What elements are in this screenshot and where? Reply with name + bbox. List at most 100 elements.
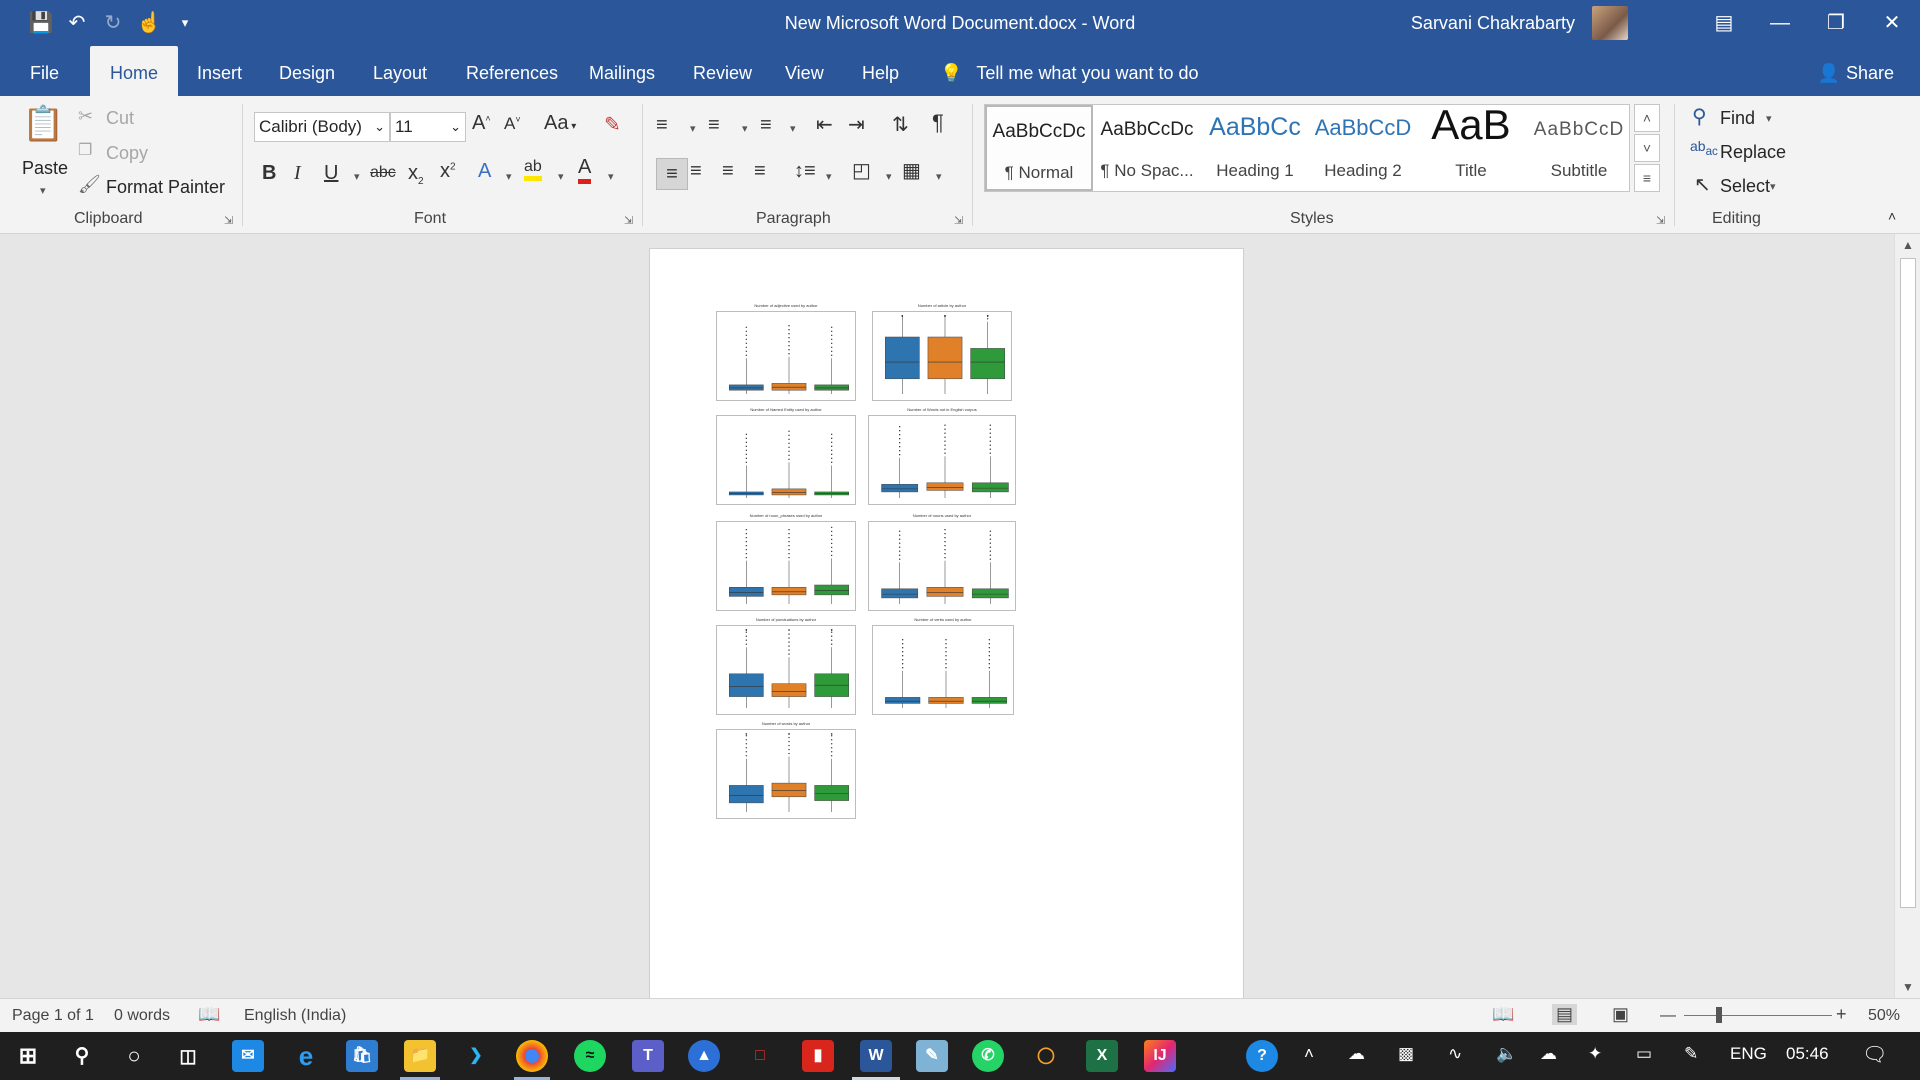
share-button[interactable]: 👤 Share	[1818, 46, 1894, 96]
zoom-slider-thumb[interactable]	[1716, 1007, 1722, 1023]
web-layout-icon[interactable]: ▣	[1612, 1004, 1629, 1025]
bullets-dropdown-icon[interactable]: ▾	[690, 122, 696, 135]
onedrive-icon[interactable]: ☁	[1348, 1044, 1365, 1064]
borders-icon[interactable]: ▦	[902, 158, 921, 183]
chrome-icon[interactable]	[516, 1040, 548, 1072]
find-button[interactable]: Find	[1720, 108, 1755, 129]
intellij-icon[interactable]: IJ	[1144, 1040, 1176, 1072]
pdf-icon[interactable]: ▮	[802, 1040, 834, 1072]
text-effects-dropdown-icon[interactable]: ▾	[506, 170, 512, 183]
tab-insert[interactable]: Insert	[187, 46, 252, 96]
align-left-icon[interactable]: ≡	[656, 158, 688, 190]
tab-file[interactable]: File	[20, 46, 69, 96]
clock[interactable]: 05:46	[1786, 1044, 1829, 1064]
select-dropdown-icon[interactable]: ▾	[1770, 180, 1776, 193]
tab-references[interactable]: References	[456, 46, 568, 96]
decrease-indent-icon[interactable]: ⇤	[816, 112, 833, 137]
mail-icon[interactable]: ✉	[232, 1040, 264, 1072]
align-right-icon[interactable]: ≡	[722, 160, 734, 183]
shrink-font-icon[interactable]: A˅	[504, 114, 521, 134]
increase-indent-icon[interactable]: ⇥	[848, 112, 865, 137]
zoom-in-icon[interactable]: +	[1836, 1004, 1847, 1025]
acrobat-reader-icon[interactable]: □	[744, 1040, 776, 1072]
bullets-icon[interactable]: ≡	[656, 114, 668, 137]
italic-icon[interactable]: I	[294, 162, 301, 185]
minimize-button[interactable]: —	[1752, 0, 1808, 46]
collapse-ribbon-icon[interactable]: ˄	[1888, 208, 1896, 224]
search-icon[interactable]: ⚲	[66, 1040, 98, 1072]
font-size-select[interactable]: 11 ⌄	[390, 112, 466, 142]
boxplot-figure[interactable]: Number of Words not in English corpus	[868, 407, 1016, 505]
tab-design[interactable]: Design	[269, 46, 345, 96]
help-icon[interactable]: ?	[1246, 1040, 1278, 1072]
boxplot-figure[interactable]: Number of nouns used by author	[868, 513, 1016, 611]
style-title[interactable]: AaB Title	[1417, 101, 1525, 191]
tab-help[interactable]: Help	[852, 46, 909, 96]
volume-icon[interactable]: 🔈	[1496, 1044, 1517, 1064]
edge-icon[interactable]: e	[290, 1040, 322, 1072]
document-page[interactable]: Number of adjective used by author Number…	[649, 248, 1244, 998]
tab-layout[interactable]: Layout	[363, 46, 437, 96]
clear-formatting-icon[interactable]: ✎	[604, 112, 621, 137]
multilevel-list-icon[interactable]: ≡	[760, 114, 772, 137]
cloud-upload-icon[interactable]: ☁	[1540, 1044, 1557, 1064]
wifi-icon[interactable]: ∿	[1448, 1044, 1462, 1064]
notes-icon[interactable]: ✎	[916, 1040, 948, 1072]
tab-home[interactable]: Home	[90, 46, 178, 96]
proofing-icon[interactable]: 📖	[198, 1004, 220, 1025]
word-count[interactable]: 0 words	[114, 1007, 170, 1025]
vertical-scrollbar[interactable]: ▲ ▼	[1894, 234, 1920, 998]
paste-icon[interactable]: 📋	[22, 104, 64, 148]
replace-button[interactable]: Replace	[1720, 142, 1786, 163]
subscript-icon[interactable]: x2	[408, 162, 424, 187]
style-heading-2[interactable]: AaBbCcD Heading 2	[1309, 105, 1417, 191]
scroll-down-icon[interactable]: ▼	[1895, 980, 1920, 994]
cut-button[interactable]: Cut	[106, 108, 134, 129]
change-case-icon[interactable]: Aa ▾	[544, 112, 576, 135]
windows-start-icon[interactable]: ⊞	[12, 1040, 44, 1072]
restore-button[interactable]: ❐	[1808, 0, 1864, 46]
borders-dropdown-icon[interactable]: ▾	[936, 170, 942, 183]
boxplot-figure[interactable]: Number of noun_phrases used by author	[716, 513, 856, 611]
shading-dropdown-icon[interactable]: ▾	[886, 170, 892, 183]
strikethrough-icon[interactable]: abc	[370, 164, 396, 182]
tab-mailings[interactable]: Mailings	[579, 46, 665, 96]
numbering-dropdown-icon[interactable]: ▾	[742, 122, 748, 135]
styles-launcher-icon[interactable]: ⇲	[1656, 214, 1665, 227]
multilevel-dropdown-icon[interactable]: ▾	[790, 122, 796, 135]
sort-icon[interactable]: ⇅	[892, 112, 909, 137]
highlight-icon[interactable]: ab	[524, 158, 542, 181]
format-painter-button[interactable]: Format Painter	[106, 177, 225, 198]
app-icon[interactable]: ▲	[688, 1040, 720, 1072]
styles-scroll-up-icon[interactable]: ˄	[1634, 104, 1660, 132]
whatsapp-icon[interactable]: ✆	[972, 1040, 1004, 1072]
avatar[interactable]	[1592, 6, 1628, 40]
print-layout-icon[interactable]: ▤	[1552, 1004, 1578, 1025]
input-language[interactable]: ENG	[1730, 1044, 1767, 1064]
numbering-icon[interactable]: ≡	[708, 114, 720, 137]
zoom-level[interactable]: 50%	[1868, 1007, 1900, 1025]
boxplot-figure[interactable]: Number of Named Entity used by author	[716, 407, 856, 505]
pen-icon[interactable]: ✎	[1684, 1044, 1698, 1064]
scrollbar-thumb[interactable]	[1900, 258, 1916, 908]
show-hidden-icons-icon[interactable]: ˄	[1304, 1044, 1314, 1064]
line-spacing-icon[interactable]: ↕≡	[794, 160, 816, 183]
bold-icon[interactable]: B	[262, 162, 276, 185]
vscode-icon[interactable]: ❯	[460, 1040, 492, 1072]
grow-font-icon[interactable]: A˄	[472, 112, 491, 135]
user-name[interactable]: Sarvani Chakrabarty	[1411, 13, 1575, 34]
file-explorer-icon[interactable]: 📁	[404, 1040, 436, 1072]
tell-me-search[interactable]: 💡 Tell me what you want to do	[940, 46, 1199, 96]
superscript-icon[interactable]: x2	[440, 160, 456, 183]
spotify-icon[interactable]: ≈	[574, 1040, 606, 1072]
line-spacing-dropdown-icon[interactable]: ▾	[826, 170, 832, 183]
battery-icon[interactable]: ▭	[1636, 1044, 1652, 1064]
paste-dropdown-icon[interactable]: ▾	[40, 184, 46, 197]
font-color-dropdown-icon[interactable]: ▾	[608, 170, 614, 183]
justify-icon[interactable]: ≡	[754, 160, 766, 183]
style-subtitle[interactable]: AaBbCcD Subtitle	[1525, 105, 1633, 191]
text-effects-icon[interactable]: A	[478, 160, 491, 183]
excel-icon[interactable]: X	[1086, 1040, 1118, 1072]
jupyter-icon[interactable]: ◯	[1030, 1040, 1062, 1072]
scroll-up-icon[interactable]: ▲	[1895, 238, 1920, 252]
